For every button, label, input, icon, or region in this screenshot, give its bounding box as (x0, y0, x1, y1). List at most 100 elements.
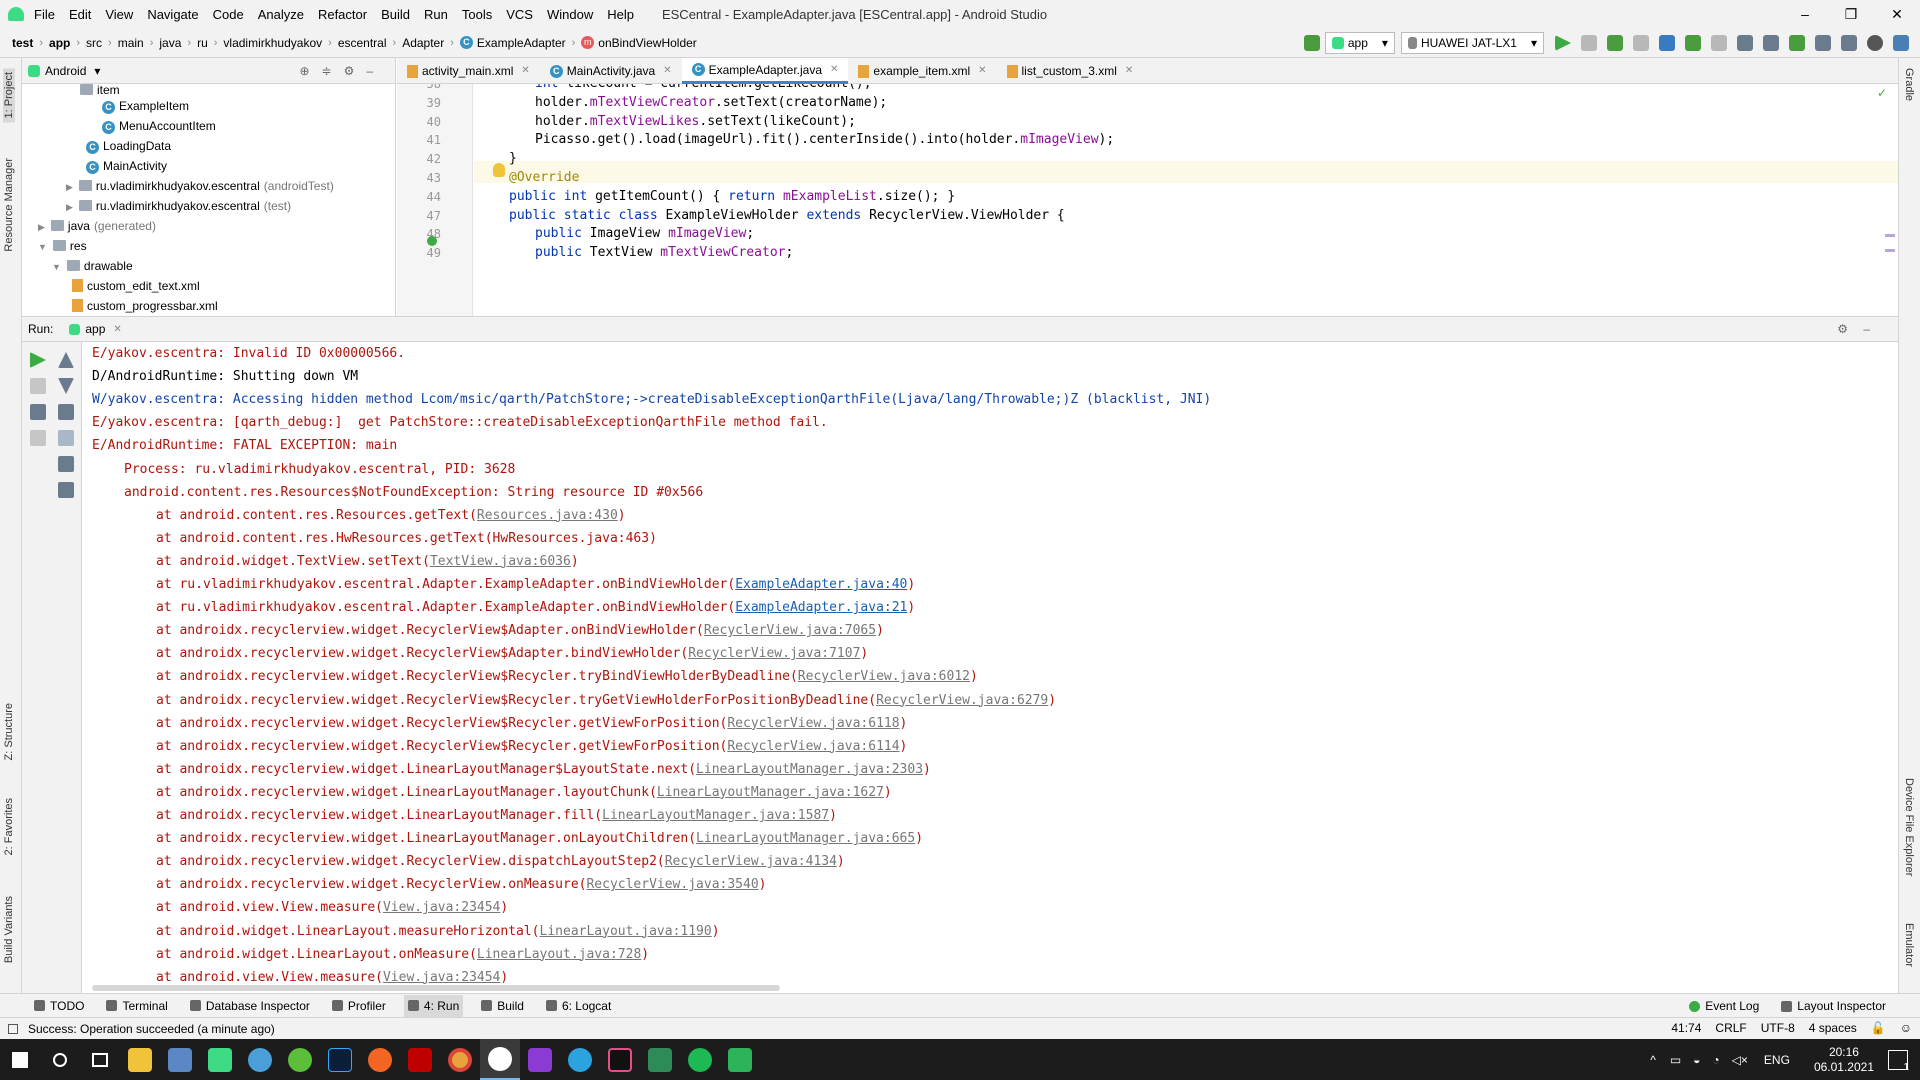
close-tab-icon[interactable]: ✕ (521, 58, 529, 84)
device-manager-icon[interactable] (1841, 35, 1857, 51)
taskbar-explorer[interactable] (120, 1039, 160, 1080)
editor-tab[interactable]: C MainActivity.java ✕ (540, 58, 682, 84)
battery-icon[interactable]: ▭ (1670, 1053, 1681, 1067)
breadcrumb-item[interactable]: escentral (338, 36, 387, 50)
minimize-button[interactable]: – (1782, 0, 1828, 28)
menu-window[interactable]: Window (547, 7, 593, 22)
soft-wrap-icon[interactable] (58, 404, 74, 420)
expand-arrow-icon[interactable]: ▼ (52, 262, 61, 272)
stripe-resource-manager-tab[interactable]: Resource Manager (3, 158, 15, 252)
taskbar-app-10[interactable] (480, 1039, 520, 1080)
breadcrumb-item[interactable]: Adapter (402, 36, 444, 50)
stripe-build-variants-tab[interactable]: Build Variants (3, 896, 15, 963)
bottom-tab-logcat[interactable]: 6: Logcat (542, 995, 615, 1017)
line-separator[interactable]: CRLF (1715, 1021, 1746, 1035)
breadcrumb-item[interactable]: ru (197, 36, 208, 50)
status-toggle-icon[interactable] (8, 1023, 18, 1034)
stop-icon[interactable] (1711, 35, 1727, 51)
editor-tab[interactable]: example_item.xml ✕ (848, 58, 996, 84)
stripe-project-tab[interactable]: 1: Project (3, 68, 15, 123)
taskbar-chrome[interactable] (440, 1039, 480, 1080)
network-icon[interactable]: ◒ (1693, 1053, 1700, 1067)
close-button[interactable]: ✕ (1874, 0, 1920, 28)
taskbar-app-7[interactable] (360, 1039, 400, 1080)
menu-file[interactable]: File (34, 7, 55, 22)
tree-item[interactable]: ▶ ru.vladimirkhudyakov.escentral (test) (22, 196, 395, 216)
bottom-tab-terminal[interactable]: Terminal (102, 995, 171, 1017)
intention-bulb-icon[interactable] (493, 163, 505, 177)
taskbar-terminal[interactable] (640, 1039, 680, 1080)
menu-view[interactable]: View (105, 7, 133, 22)
stack-trace-link[interactable]: RecyclerView.java:7107 (688, 646, 860, 661)
stack-trace-link[interactable]: View.java:23454 (383, 900, 500, 915)
caret-position[interactable]: 41:74 (1671, 1021, 1701, 1035)
tree-item[interactable]: C MenuAccountItem (22, 116, 395, 136)
expand-arrow-icon[interactable]: ▶ (38, 222, 45, 232)
menu-vcs[interactable]: VCS (506, 7, 533, 22)
apply-changes-icon[interactable] (1581, 35, 1597, 51)
stack-trace-link[interactable]: LinearLayout.java:1190 (540, 924, 712, 939)
taskbar-intellij[interactable] (600, 1039, 640, 1080)
breadcrumb-item[interactable]: main (118, 36, 144, 50)
tree-item[interactable]: ▼ drawable (22, 256, 395, 276)
breadcrumb-item[interactable]: src (86, 36, 102, 50)
taskbar-filezilla[interactable] (400, 1039, 440, 1080)
close-tab-icon[interactable]: ✕ (113, 324, 121, 335)
editor-tab[interactable]: list_custom_3.xml ✕ (997, 58, 1144, 84)
profile-icon[interactable] (1659, 35, 1675, 51)
close-tab-icon[interactable]: ✕ (978, 58, 986, 84)
scroll-up-icon[interactable] (58, 352, 74, 368)
file-encoding[interactable]: UTF-8 (1761, 1021, 1795, 1035)
override-marker-icon[interactable] (427, 236, 437, 246)
stack-trace-link[interactable]: RecyclerView.java:3540 (586, 877, 758, 892)
code-editor[interactable]: 38394041424344474849 int likeCount = cur… (397, 84, 1898, 316)
stack-trace-link[interactable]: ExampleAdapter.java:21 (735, 600, 907, 615)
stack-trace-link[interactable]: RecyclerView.java:6114 (727, 739, 899, 754)
project-structure-icon[interactable] (1737, 35, 1753, 51)
print-icon[interactable] (58, 456, 74, 472)
sync-gradle-icon[interactable] (1789, 35, 1805, 51)
bottom-tab-databaseinspector[interactable]: Database Inspector (186, 995, 314, 1017)
breadcrumb-item[interactable]: vladimirkhudyakov (223, 36, 322, 50)
rerun-icon[interactable] (30, 352, 46, 368)
layout-icon[interactable] (30, 404, 46, 420)
ide-update-icon[interactable] (1893, 35, 1909, 51)
expand-arrow-icon[interactable]: ▼ (38, 242, 47, 252)
run-icon[interactable] (1555, 35, 1571, 51)
task-view-button[interactable] (80, 1039, 120, 1080)
menu-analyze[interactable]: Analyze (258, 7, 304, 22)
stack-trace-link[interactable]: LinearLayoutManager.java:1627 (657, 785, 884, 800)
hide-panel-icon[interactable]: – (1863, 322, 1870, 336)
close-tab-icon[interactable]: ✕ (830, 57, 838, 83)
layout-inspector-tab[interactable]: Layout Inspector (1777, 995, 1890, 1017)
indent-setting[interactable]: 4 spaces (1809, 1021, 1857, 1035)
menu-tools[interactable]: Tools (462, 7, 492, 22)
stack-trace-link[interactable]: RecyclerView.java:6279 (876, 693, 1048, 708)
inspection-icon[interactable]: ☺ (1900, 1021, 1912, 1035)
expand-arrow-icon[interactable]: ▶ (66, 202, 73, 212)
breadcrumb-item[interactable]: ExampleAdapter (477, 36, 566, 50)
scroll-down-icon[interactable] (58, 378, 74, 394)
language-indicator[interactable]: ENG (1764, 1053, 1790, 1067)
tree-item[interactable]: custom_edit_text.xml (22, 276, 395, 296)
bottom-tab-run[interactable]: 4: Run (403, 994, 464, 1017)
tree-item[interactable]: item (22, 84, 395, 96)
stripe-favorites-tab[interactable]: 2: Favorites (3, 798, 15, 855)
breadcrumb-item[interactable]: test (12, 36, 33, 50)
stripe-emulator-tab[interactable]: Emulator (1903, 923, 1915, 967)
stack-trace-link[interactable]: LinearLayoutManager.java:665 (696, 831, 915, 846)
search-button[interactable] (40, 1039, 80, 1080)
make-project-icon[interactable] (1303, 35, 1320, 51)
tree-item[interactable]: C ExampleItem (22, 96, 395, 116)
attach-debugger-icon[interactable] (1685, 35, 1701, 51)
scroll-to-end-icon[interactable] (58, 430, 74, 446)
stripe-device-file-explorer-tab[interactable]: Device File Explorer (1903, 778, 1915, 876)
breadcrumb-item[interactable]: java (159, 36, 181, 50)
taskbar-app-16[interactable] (720, 1039, 760, 1080)
search-icon[interactable] (1867, 35, 1883, 51)
stack-trace-link[interactable]: ExampleAdapter.java:40 (735, 577, 907, 592)
bottom-tab-profiler[interactable]: Profiler (328, 995, 390, 1017)
stack-trace-link[interactable]: RecyclerView.java:4134 (665, 854, 837, 869)
menu-refactor[interactable]: Refactor (318, 7, 367, 22)
taskbar-app-5[interactable] (280, 1039, 320, 1080)
